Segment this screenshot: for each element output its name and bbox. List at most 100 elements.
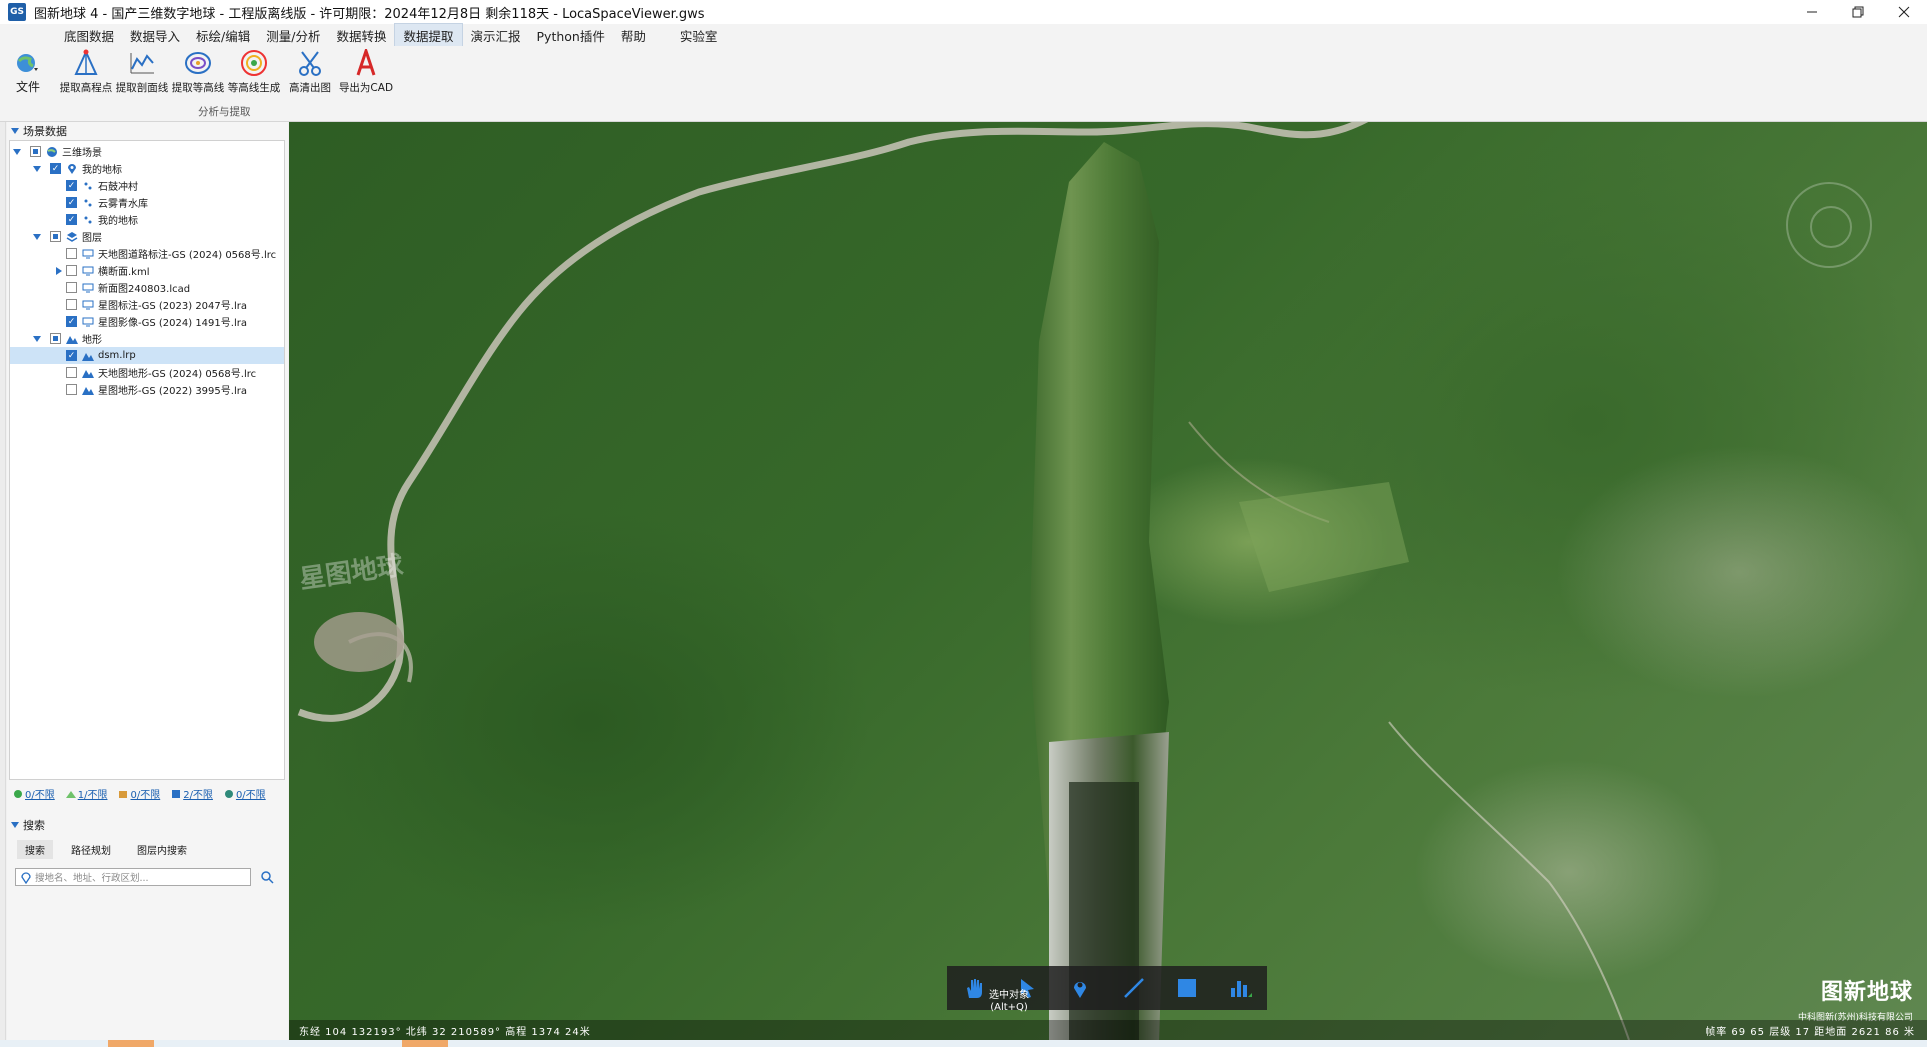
ribbon-tools: 提取高程点 提取剖面线 提取等高线 等高线生成 高清出图 导出为CAD <box>58 48 394 102</box>
tree-row-layer-4[interactable]: 星图标注-GS (2023) 2047号.lra <box>10 296 284 313</box>
layers-icon <box>66 231 78 243</box>
count-models[interactable]: 0/不限 <box>118 786 160 801</box>
tree-row-mark-2[interactable]: ✓ 云雾青水库 <box>10 194 284 211</box>
checkbox[interactable] <box>66 248 77 259</box>
menu-help[interactable]: 帮助 <box>613 24 654 47</box>
hd-export-button[interactable]: 高清出图 <box>282 48 338 102</box>
count-terrain[interactable]: 0/不限 <box>224 786 266 801</box>
tree-label: 新面图240803.lcad <box>98 284 191 295</box>
extract-profile-button[interactable]: 提取剖面线 <box>114 48 170 102</box>
pan-tool-button[interactable] <box>957 971 991 1005</box>
tab-route[interactable]: 路径规划 <box>63 840 119 859</box>
minimize-button[interactable] <box>1789 0 1835 24</box>
draw-polygon-button[interactable] <box>1170 971 1204 1005</box>
search-tabs: 搜索 路径规划 图层内搜索 <box>17 840 205 859</box>
tree-row-mark-3[interactable]: ✓ 我的地标 <box>10 211 284 228</box>
model-count-icon <box>119 790 128 798</box>
navigation-compass[interactable] <box>1786 182 1872 268</box>
mark-count-icon <box>14 789 22 798</box>
tool-label: 提取高程点 <box>59 82 113 94</box>
tree-row-terrain-2[interactable]: 天地图地形-GS (2024) 0568号.lrc <box>10 364 284 381</box>
tree-row-terrain-3[interactable]: 星图地形-GS (2022) 3995号.lra <box>10 381 284 398</box>
cursor-coordinates: 东经 104 132193° 北纬 32 210589° 高程 1374 24米 <box>299 1026 591 1038</box>
tree-row-layer-3[interactable]: 新面图240803.lcad <box>10 279 284 296</box>
menu-basemap[interactable]: 底图数据 <box>56 24 122 47</box>
menu-python[interactable]: Python插件 <box>529 24 613 47</box>
menu-measure[interactable]: 测量/分析 <box>258 24 328 47</box>
menu-extract[interactable]: 数据提取 <box>394 23 463 47</box>
taskbar-indicator <box>108 1040 154 1047</box>
tree-row-mark-1[interactable]: ✓ 石鼓冲村 <box>10 177 284 194</box>
checkbox[interactable] <box>50 333 61 344</box>
tab-layer-search[interactable]: 图层内搜索 <box>129 840 195 859</box>
terrain-icon <box>82 350 94 362</box>
monitor-layer-icon <box>82 265 94 277</box>
search-placeholder: 搜地名、地址、行政区划... <box>35 873 149 884</box>
count-images[interactable]: 2/不限 <box>171 786 213 801</box>
checkbox[interactable]: ✓ <box>66 214 77 225</box>
close-button[interactable] <box>1881 0 1927 24</box>
checkbox[interactable] <box>30 146 41 157</box>
ribbon-group-label: 分析与提取 <box>198 106 251 118</box>
menu-bar: 底图数据 数据导入 标绘/编辑 测量/分析 数据转换 数据提取 演示汇报 Pyt… <box>0 23 1927 47</box>
tree-row-layers[interactable]: 图层 <box>10 228 284 245</box>
tree-row-my-marks[interactable]: ✓ 我的地标 <box>10 160 284 177</box>
generate-contour-button[interactable]: 等高线生成 <box>226 48 282 102</box>
place-mark-button[interactable] <box>1063 971 1097 1005</box>
search-button[interactable] <box>259 869 275 885</box>
app-window: GS 图新地球 4 - 国产三维数字地球 - 工程版离线版 - 许可期限：202… <box>0 0 1927 1047</box>
taskbar-indicator <box>402 1040 448 1047</box>
checkbox[interactable] <box>66 299 77 310</box>
search-panel-header[interactable]: 搜索 <box>7 816 45 834</box>
elevation-point-icon <box>71 48 101 78</box>
count-lines[interactable]: 1/不限 <box>65 786 107 801</box>
tree-row-layer-2[interactable]: 横断面.kml <box>10 262 284 279</box>
menu-plot-edit[interactable]: 标绘/编辑 <box>188 24 258 47</box>
scene-panel-title: 场景数据 <box>23 125 67 138</box>
expand-toggle[interactable] <box>33 164 44 174</box>
checkbox[interactable]: ✓ <box>66 350 77 361</box>
tree-row-root[interactable]: 三维场景 <box>10 143 284 160</box>
menu-import[interactable]: 数据导入 <box>122 24 188 47</box>
extract-elevation-point-button[interactable]: 提取高程点 <box>58 48 114 102</box>
checkbox[interactable] <box>66 265 77 276</box>
file-button[interactable]: 文件 <box>10 50 46 100</box>
search-input[interactable]: 搜地名、地址、行政区划... <box>15 868 251 886</box>
mark-point-icon <box>82 180 94 192</box>
tool-label: 高清出图 <box>289 82 331 94</box>
monitor-layer-icon <box>82 316 94 328</box>
expand-toggle[interactable] <box>33 334 44 344</box>
draw-line-button[interactable] <box>1117 971 1151 1005</box>
extract-contour-button[interactable]: 提取等高线 <box>170 48 226 102</box>
search-icon <box>261 871 274 884</box>
count-text: 0/不限 <box>130 790 161 801</box>
expand-toggle[interactable] <box>13 147 24 157</box>
tree-row-terrain-1[interactable]: ✓ dsm.lrp <box>10 347 284 364</box>
tab-search[interactable]: 搜索 <box>17 840 53 859</box>
count-marks[interactable]: 0/不限 <box>13 786 55 801</box>
statistics-tool-button[interactable] <box>1223 971 1257 1005</box>
tree-label: 地形 <box>82 335 102 346</box>
tree-row-layer-5[interactable]: ✓ 星图影像-GS (2024) 1491号.lra <box>10 313 284 330</box>
checkbox[interactable] <box>66 282 77 293</box>
menu-present[interactable]: 演示汇报 <box>463 24 529 47</box>
close-icon <box>1898 6 1910 18</box>
checkbox[interactable] <box>66 384 77 395</box>
restore-button[interactable] <box>1835 0 1881 24</box>
menu-convert[interactable]: 数据转换 <box>328 24 394 47</box>
expand-toggle[interactable] <box>33 232 44 242</box>
checkbox[interactable]: ✓ <box>66 316 77 327</box>
view-stats: 帧率 69 65 层级 17 距地面 2621 86 米 <box>1705 1026 1915 1038</box>
tree-row-terrain[interactable]: 地形 <box>10 330 284 347</box>
checkbox[interactable]: ✓ <box>50 163 61 174</box>
expand-toggle[interactable] <box>54 266 64 276</box>
scene-panel-header[interactable]: 场景数据 <box>7 122 288 140</box>
map-viewport[interactable]: 星图地球 选中对象 (Alt+Q) 图新地球 中科图新(苏州)科技有限公司 东经… <box>289 122 1927 1040</box>
checkbox[interactable] <box>50 231 61 242</box>
checkbox[interactable] <box>66 367 77 378</box>
checkbox[interactable]: ✓ <box>66 197 77 208</box>
checkbox[interactable]: ✓ <box>66 180 77 191</box>
export-cad-button[interactable]: 导出为CAD <box>338 48 394 102</box>
tree-row-layer-1[interactable]: 天地图道路标注-GS (2024) 0568号.lrc <box>10 245 284 262</box>
menu-lab[interactable]: 实验室 <box>672 24 726 47</box>
